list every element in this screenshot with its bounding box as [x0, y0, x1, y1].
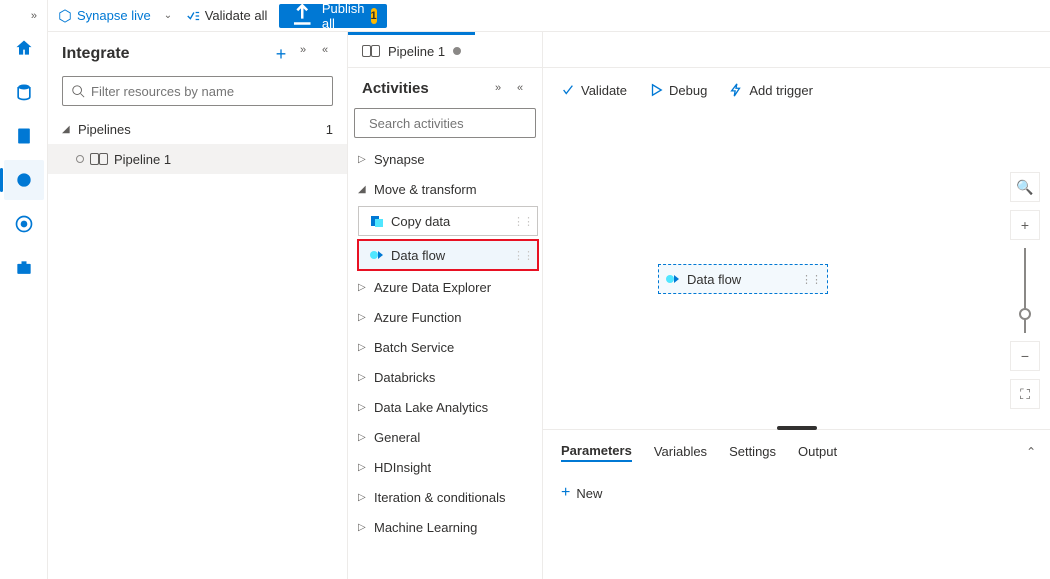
data-flow-icon — [369, 247, 385, 263]
integrate-search[interactable] — [62, 76, 333, 106]
check-icon — [561, 83, 575, 97]
hexagon-icon — [58, 9, 72, 23]
activity-data-flow[interactable]: Data flow⋮⋮ — [358, 240, 538, 270]
search-icon — [71, 84, 85, 98]
group-iteration[interactable]: ▷Iteration & conditionals — [348, 482, 542, 512]
workspace-dropdown[interactable]: Synapse live ⌄ — [58, 8, 174, 23]
collapse-panel-icon[interactable]: « — [512, 82, 528, 94]
fit-button[interactable]: ⛶ — [1010, 379, 1040, 409]
properties-panel: ⌄ Parameters Variables Settings Output +… — [543, 429, 1050, 579]
lightning-icon — [729, 83, 743, 97]
pipeline-icon — [90, 153, 108, 165]
group-batch[interactable]: ▷Batch Service — [348, 332, 542, 362]
unsaved-indicator — [76, 155, 84, 163]
resize-handle[interactable] — [777, 426, 817, 430]
workspace-label: Synapse live — [77, 8, 151, 23]
zoom-controls: 🔍 + − ⛶ — [1010, 172, 1040, 409]
rail-monitor[interactable] — [4, 204, 44, 244]
group-ade[interactable]: ▷Azure Data Explorer — [348, 272, 542, 302]
add-trigger-button[interactable]: Add trigger — [729, 83, 813, 98]
zoom-knob[interactable] — [1019, 308, 1031, 320]
publish-count-badge: 1 — [371, 8, 377, 24]
editor-tabs: Pipeline 1 — [348, 32, 542, 68]
activities-search-input[interactable] — [369, 116, 545, 131]
tab-settings[interactable]: Settings — [729, 444, 776, 461]
pipeline-canvas-area: Validate Debug Add trigger Data flow⋮⋮ 🔍… — [543, 32, 1050, 579]
add-button[interactable]: + — [273, 44, 289, 65]
activities-search[interactable] — [354, 108, 536, 138]
group-ml[interactable]: ▷Machine Learning — [348, 512, 542, 542]
play-icon — [649, 83, 663, 97]
rail-develop[interactable] — [4, 116, 44, 156]
group-move-transform[interactable]: ◢Move & transform — [348, 174, 542, 204]
caret-down-icon: ◢ — [62, 124, 72, 135]
data-flow-icon — [665, 271, 681, 287]
tab-parameters[interactable]: Parameters — [561, 443, 632, 462]
group-synapse[interactable]: ▷Synapse — [348, 144, 542, 174]
rail-home[interactable] — [4, 28, 44, 68]
plus-icon: + — [561, 484, 570, 502]
tab-pipeline1[interactable]: Pipeline 1 — [348, 32, 475, 67]
group-azure-function[interactable]: ▷Azure Function — [348, 302, 542, 332]
validate-all-button[interactable]: Validate all — [186, 8, 268, 23]
integrate-title: Integrate — [62, 45, 130, 63]
rail-data[interactable] — [4, 72, 44, 112]
group-dla[interactable]: ▷Data Lake Analytics — [348, 392, 542, 422]
pipelines-count: 1 — [326, 122, 333, 137]
activities-title: Activities — [362, 80, 429, 97]
group-general[interactable]: ▷General — [348, 422, 542, 452]
left-rail: » — [0, 0, 48, 579]
rail-manage[interactable] — [4, 248, 44, 288]
pipeline-item[interactable]: Pipeline 1 — [48, 144, 347, 174]
activities-panel: Pipeline 1 Activities » « ▷Synapse ◢M — [348, 32, 543, 579]
group-databricks[interactable]: ▷Databricks — [348, 362, 542, 392]
pipeline-canvas[interactable]: Data flow⋮⋮ 🔍 + − ⛶ — [543, 112, 1050, 429]
modified-dot-icon — [453, 47, 461, 55]
zoom-out-button[interactable]: − — [1010, 341, 1040, 371]
upload-icon — [289, 2, 316, 29]
tab-variables[interactable]: Variables — [654, 444, 707, 461]
canvas-node-dataflow[interactable]: Data flow⋮⋮ — [658, 264, 828, 294]
integrate-search-input[interactable] — [91, 84, 324, 99]
search-canvas-button[interactable]: 🔍 — [1010, 172, 1040, 202]
zoom-in-button[interactable]: + — [1010, 210, 1040, 240]
new-parameter-button[interactable]: + New — [561, 484, 1032, 502]
expand-all-icon[interactable]: » — [295, 44, 311, 65]
copy-data-icon — [369, 213, 385, 229]
publish-all-button[interactable]: Publish all 1 — [279, 4, 386, 28]
collapse-props-icon[interactable]: ⌄ — [1026, 444, 1036, 458]
zoom-slider[interactable] — [1024, 248, 1026, 333]
group-hdinsight[interactable]: ▷HDInsight — [348, 452, 542, 482]
integrate-panel: Integrate + » « ◢ Pipelines 1 — [48, 32, 348, 579]
expand-all-icon[interactable]: » — [490, 82, 506, 94]
validate-button[interactable]: Validate — [561, 83, 627, 98]
rail-expand-icon[interactable]: » — [0, 6, 47, 26]
top-bar: Synapse live ⌄ Validate all Publish all … — [48, 0, 1050, 32]
canvas-toolbar: Validate Debug Add trigger — [543, 68, 1050, 112]
collapse-panel-icon[interactable]: « — [317, 44, 333, 65]
tab-output[interactable]: Output — [798, 444, 837, 461]
pipeline-icon — [362, 45, 380, 57]
checklist-icon — [186, 9, 200, 23]
rail-integrate[interactable] — [4, 160, 44, 200]
chevron-down-icon: ⌄ — [164, 10, 174, 21]
debug-button[interactable]: Debug — [649, 83, 707, 98]
pipelines-section[interactable]: ◢ Pipelines 1 — [48, 114, 347, 144]
activity-copy-data[interactable]: Copy data⋮⋮ — [358, 206, 538, 236]
